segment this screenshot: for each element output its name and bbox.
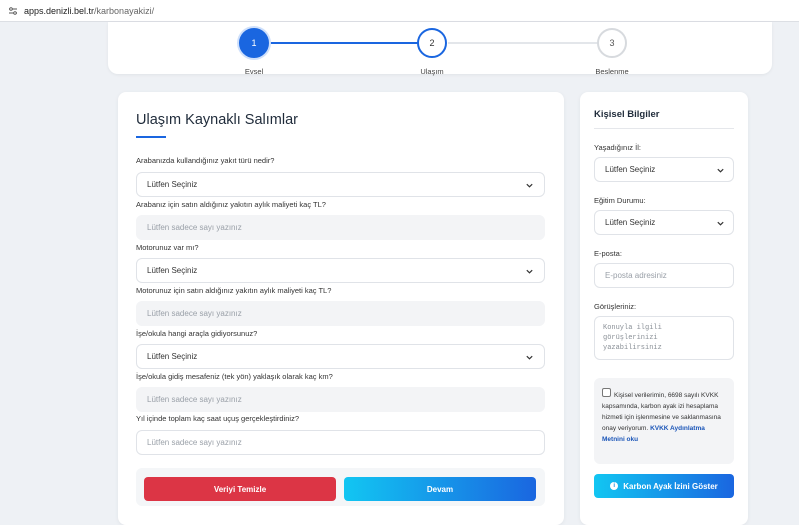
show-footprint-label: Karbon Ayak İzini Göster — [623, 481, 718, 491]
personal-info-title: Kişisel Bilgiler — [594, 109, 660, 120]
chevron-down-icon — [526, 183, 533, 188]
info-icon: i — [610, 482, 619, 490]
email-input[interactable]: E-posta adresiniz — [594, 263, 734, 288]
commute-vehicle-label: İşe/okula hangi araçla gidiyorsunuz? — [136, 329, 258, 338]
city-label: Yaşadığınız İl: — [594, 143, 641, 152]
motorcycle-fuel-cost-input[interactable]: Lütfen sadece sayı yazınız — [136, 301, 545, 326]
chevron-down-icon — [717, 168, 724, 173]
chevron-down-icon — [717, 221, 724, 226]
clear-data-button[interactable]: Veriyi Temizle — [144, 477, 336, 501]
continue-button[interactable]: Devam — [344, 477, 536, 501]
opinion-label: Görüşleriniz: — [594, 302, 637, 311]
personal-info-panel: Kişisel Bilgiler Yaşadığınız İl: Lütfen … — [580, 92, 748, 525]
step-number: 3 — [597, 28, 627, 58]
transport-emissions-form: Ulaşım Kaynaklı Salımlar Arabanızda kull… — [118, 92, 564, 525]
car-fuel-cost-placeholder: Lütfen sadece sayı yazınız — [147, 223, 242, 232]
car-fuel-cost-label: Arabanız için satın aldığınız yakıtın ay… — [136, 200, 326, 209]
kvkk-consent-text: Kişisel verilerimin, 6698 sayılı KVKK ka… — [602, 390, 728, 445]
commute-vehicle-value: Lütfen Seçiniz — [147, 352, 198, 361]
step-evsel[interactable]: 1 Evsel — [239, 28, 269, 76]
commute-vehicle-select[interactable]: Lütfen Seçiniz — [136, 344, 545, 369]
car-fuel-cost-input[interactable]: Lütfen sadece sayı yazınız — [136, 215, 545, 240]
progress-stepper: 1 Evsel 2 Ulaşım 3 Beslenme — [108, 22, 772, 76]
step-number: 1 — [239, 28, 269, 58]
url-path: /karbonayakizi/ — [94, 5, 155, 16]
education-value: Lütfen Seçiniz — [605, 218, 656, 227]
email-label: E-posta: — [594, 249, 622, 258]
url-text[interactable]: apps.denizli.bel.tr/karbonayakizi/ — [24, 6, 154, 16]
step-label: Ulaşım — [420, 67, 444, 76]
step-label: Beslenme — [595, 67, 629, 76]
fuel-type-select[interactable]: Lütfen Seçiniz — [136, 172, 545, 197]
step-beslenme[interactable]: 3 Beslenme — [595, 28, 629, 76]
flight-hours-input[interactable]: Lütfen sadece sayı yazınız — [136, 430, 545, 455]
email-placeholder: E-posta adresiniz — [605, 271, 667, 280]
site-info-icon[interactable] — [8, 6, 18, 16]
city-select[interactable]: Lütfen Seçiniz — [594, 157, 734, 182]
motorcycle-fuel-cost-placeholder: Lütfen sadece sayı yazınız — [147, 309, 242, 318]
commute-distance-label: İşe/okula gidiş mesafeniz (tek yön) yakl… — [136, 372, 333, 381]
fuel-type-value: Lütfen Seçiniz — [147, 180, 198, 189]
has-motorcycle-label: Motorunuz var mı? — [136, 243, 199, 252]
motorcycle-fuel-cost-label: Motorunuz için satın aldığınız yakıtın a… — [136, 286, 332, 295]
education-label: Eğitim Durumu: — [594, 196, 646, 205]
form-actions: Veriyi Temizle Devam — [136, 468, 545, 506]
flight-hours-label: Yıl içinde toplam kaç saat uçuş gerçekle… — [136, 414, 299, 423]
commute-distance-input[interactable]: Lütfen sadece sayı yazınız — [136, 387, 545, 412]
browser-address-bar[interactable]: apps.denizli.bel.tr/karbonayakizi/ — [0, 0, 799, 22]
fuel-type-label: Arabanızda kullandığınız yakıt türü nedi… — [136, 156, 275, 165]
opinion-textarea[interactable]: Konuyla ilgili görüşlerinizi yazabilirsi… — [594, 316, 734, 360]
step-connector-pending — [448, 42, 614, 44]
url-host: apps.denizli.bel.tr — [24, 5, 95, 16]
step-connector-complete — [256, 42, 434, 44]
step-number: 2 — [417, 28, 447, 58]
show-footprint-button[interactable]: i Karbon Ayak İzini Göster — [594, 474, 734, 498]
education-select[interactable]: Lütfen Seçiniz — [594, 210, 734, 235]
step-ulasim[interactable]: 2 Ulaşım — [417, 28, 447, 76]
divider — [594, 128, 734, 129]
chevron-down-icon — [526, 355, 533, 360]
form-title: Ulaşım Kaynaklı Salımlar — [136, 112, 298, 128]
has-motorcycle-value: Lütfen Seçiniz — [147, 266, 198, 275]
chevron-down-icon — [526, 269, 533, 274]
step-label: Evsel — [244, 67, 264, 76]
commute-distance-placeholder: Lütfen sadece sayı yazınız — [147, 395, 242, 404]
title-underline — [136, 136, 166, 138]
city-value: Lütfen Seçiniz — [605, 165, 656, 174]
kvkk-consent-box: Kişisel verilerimin, 6698 sayılı KVKK ka… — [594, 378, 734, 464]
flight-hours-placeholder: Lütfen sadece sayı yazınız — [147, 438, 242, 447]
has-motorcycle-select[interactable]: Lütfen Seçiniz — [136, 258, 545, 283]
